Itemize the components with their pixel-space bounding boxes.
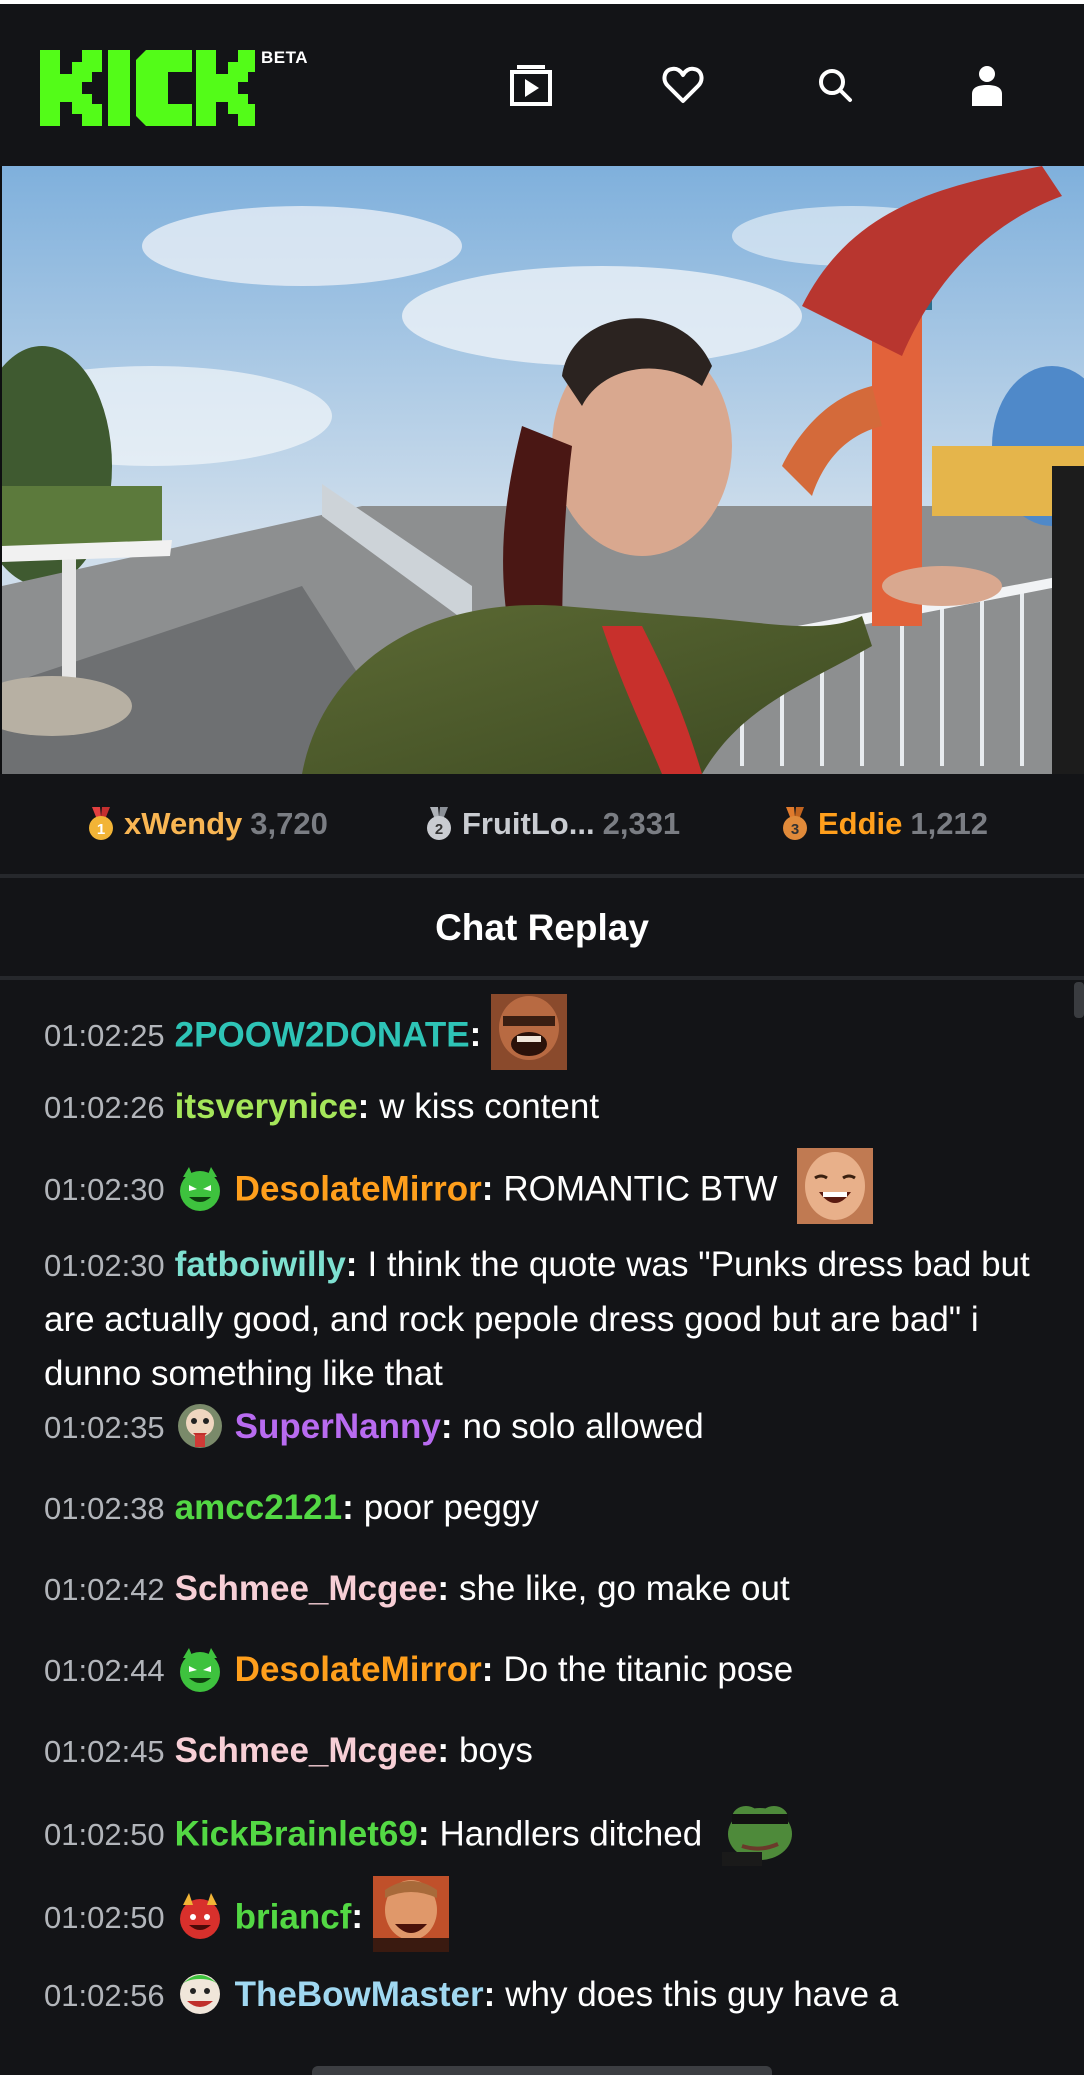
message-timestamp: 01:02:26 xyxy=(44,1090,165,1125)
message-username[interactable]: SuperNanny xyxy=(235,1407,441,1446)
laughing-face-emote xyxy=(797,1148,874,1224)
gold-medal-icon: 1 xyxy=(89,807,113,840)
message-text: ROMANTIC BTW xyxy=(503,1169,778,1209)
message-colon: : xyxy=(357,1087,370,1126)
message-colon: : xyxy=(437,1731,449,1770)
message-text: Handlers ditched xyxy=(439,1814,703,1854)
message-timestamp: 01:02:45 xyxy=(44,1734,165,1769)
svg-text:2: 2 xyxy=(435,821,443,838)
chat-scrollbar[interactable] xyxy=(1074,982,1084,1018)
message-timestamp: 01:02:50 xyxy=(44,1817,165,1853)
message-timestamp: 01:02:44 xyxy=(44,1653,165,1688)
red-devil-badge xyxy=(179,1893,220,1939)
chat-message: 01:02:25 2POOW2DONATE: xyxy=(44,994,1044,1070)
green-devil-badge xyxy=(179,1167,220,1211)
chat-message: 01:02:50 briancf: xyxy=(44,1876,1044,1952)
message-colon: : xyxy=(481,1169,494,1209)
message-colon: : xyxy=(469,1015,482,1055)
chat-replay-list[interactable]: 01:02:25 2POOW2DONATE: 01:02:26 itsverynic… xyxy=(0,980,1084,2075)
joker-badge xyxy=(179,1973,220,2014)
leaderboard-username: xWendy xyxy=(124,806,243,841)
leaderboard-score: 1,212 xyxy=(910,806,988,841)
message-colon: : xyxy=(437,1569,449,1608)
green-devil-badge xyxy=(179,1647,220,1692)
bronze-medal-icon: 3 xyxy=(783,807,807,840)
leaderboard-entry[interactable]: 2 FruitLo... 2,331 xyxy=(424,806,680,842)
search-icon[interactable] xyxy=(812,62,858,108)
message-timestamp: 01:02:30 xyxy=(44,1248,165,1283)
svg-text:3: 3 xyxy=(791,821,799,838)
chat-message: 01:02:30 fatboiwilly: I think the quote wa… xyxy=(44,1238,1044,1401)
message-text: she like, go make out xyxy=(458,1569,790,1608)
message-colon: : xyxy=(440,1407,453,1446)
message-text: boys xyxy=(458,1731,533,1770)
message-username[interactable]: Schmee_Mcgee xyxy=(175,1569,438,1608)
message-colon: : xyxy=(483,1975,496,2014)
chat-message: 01:02:38 amcc2121: poor peggy xyxy=(44,1481,1044,1536)
message-timestamp: 01:02:30 xyxy=(44,1172,165,1208)
leaderboard-username: Eddie xyxy=(818,806,903,841)
chat-message: 01:02:50 KickBrainlet69: Handlers ditched xyxy=(44,1806,1044,1866)
message-colon: : xyxy=(351,1897,364,1937)
chat-message: 01:02:42 Schmee_Mcgee: she like, go make o… xyxy=(44,1562,1044,1617)
silver-medal-icon: 2 xyxy=(427,807,451,840)
chat-message: 01:02:30 DesolateMirror: ROMANTIC BTW xyxy=(44,1148,1044,1224)
message-colon: : xyxy=(345,1245,358,1284)
nanny-badge xyxy=(177,1403,222,1448)
chat-title: Chat Replay xyxy=(435,907,649,948)
message-text: no solo allowed xyxy=(462,1407,704,1446)
message-timestamp: 01:02:38 xyxy=(44,1491,165,1526)
laughing-man-emote xyxy=(491,994,568,1070)
message-text: poor peggy xyxy=(363,1488,539,1527)
chat-header: Chat Replay xyxy=(0,878,1084,978)
videos-icon[interactable] xyxy=(508,62,554,108)
chat-message: 01:02:56 TheBowMaster: why does this guy … xyxy=(44,1968,1044,2023)
message-timestamp: 01:02:50 xyxy=(44,1900,165,1936)
message-colon: : xyxy=(417,1814,430,1854)
kick-logo[interactable] xyxy=(40,50,255,126)
leaderboard-entry[interactable]: 1 xWendy 3,720 xyxy=(86,806,328,842)
pepe-sunglasses-emote xyxy=(721,1806,792,1866)
message-text: Do the titanic pose xyxy=(503,1650,794,1689)
gift-leaderboard: 1 xWendy 3,720 2 FruitLo... 2,331 3 Eddi… xyxy=(0,774,1084,874)
message-text: w kiss content xyxy=(379,1087,600,1126)
message-colon: : xyxy=(481,1650,494,1689)
user-icon[interactable] xyxy=(964,62,1010,108)
message-username[interactable]: 2POOW2DONATE xyxy=(175,1015,470,1054)
bottom-sheet-handle[interactable] xyxy=(312,2066,772,2075)
video-frame xyxy=(2,166,1084,774)
message-username[interactable]: briancf xyxy=(235,1897,352,1936)
chat-message: 01:02:45 Schmee_Mcgee: boys xyxy=(44,1724,1044,1779)
leaderboard-score: 2,331 xyxy=(602,806,681,841)
message-username[interactable]: DesolateMirror xyxy=(235,1650,482,1689)
message-username[interactable]: itsverynice xyxy=(175,1087,358,1126)
beta-label: BETA xyxy=(261,48,309,67)
leaderboard-entry[interactable]: 3 Eddie 1,212 xyxy=(780,806,988,842)
leo-laugh-emote xyxy=(373,1876,450,1952)
leaderboard-score: 3,720 xyxy=(250,806,328,841)
message-timestamp: 01:02:42 xyxy=(44,1572,165,1607)
message-text: why does this guy have a xyxy=(505,1975,899,2014)
video-player[interactable] xyxy=(2,166,1084,774)
chat-message: 01:02:44 DesolateMirror: Do the titanic p… xyxy=(44,1643,1044,1698)
heart-icon[interactable] xyxy=(660,62,706,108)
message-timestamp: 01:02:56 xyxy=(44,1978,165,2013)
leaderboard-username: FruitLo... xyxy=(462,806,595,841)
message-username[interactable]: TheBowMaster xyxy=(235,1975,484,2014)
message-colon: : xyxy=(342,1488,354,1527)
message-username[interactable]: KickBrainlet69 xyxy=(175,1814,418,1853)
chat-message: 01:02:26 itsverynice: w kiss content xyxy=(44,1080,1044,1135)
message-timestamp: 01:02:35 xyxy=(44,1410,165,1445)
message-username[interactable]: Schmee_Mcgee xyxy=(175,1731,438,1770)
message-username[interactable]: fatboiwilly xyxy=(175,1245,346,1284)
message-username[interactable]: amcc2121 xyxy=(175,1488,342,1527)
chat-message: 01:02:35 SuperNanny: no solo allowed xyxy=(44,1400,1044,1455)
svg-text:1: 1 xyxy=(97,821,105,838)
message-timestamp: 01:02:25 xyxy=(44,1018,165,1054)
message-username[interactable]: DesolateMirror xyxy=(235,1169,482,1208)
top-nav-bar: BETA xyxy=(0,4,1084,166)
